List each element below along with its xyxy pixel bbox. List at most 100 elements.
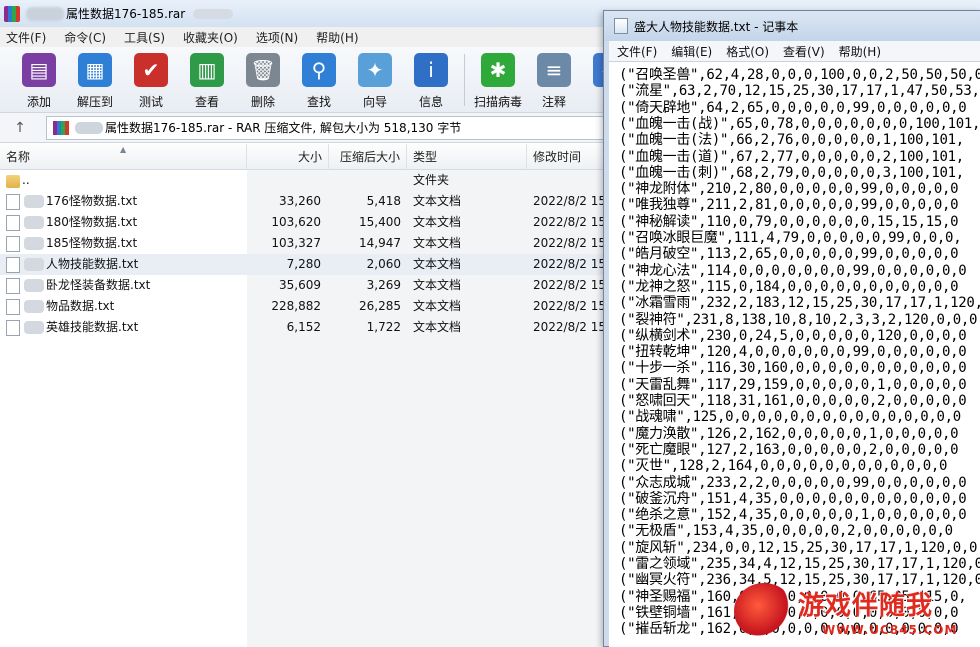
toolbar-button-trash[interactable]: 🗑 删除 <box>236 47 290 113</box>
address-field[interactable]: 属性数据176-185.rar - RAR 压缩文件, 解包大小为 518,13… <box>46 115 606 140</box>
file-mtime: 2022/8/2 15 <box>533 320 606 334</box>
watermark-logo: 游戏伴随我 WWW.UC845.COM <box>730 575 980 647</box>
notepad-title-bar[interactable]: 盛大人物技能数据.txt - 记事本 <box>604 11 980 41</box>
file-row[interactable]: 卧龙怪装备数据.txt 35,609 3,269 文本文档 2022/8/2 15 <box>0 275 620 296</box>
rar-menu-item[interactable]: 收藏夹(O) <box>183 29 238 46</box>
file-packed-size: 14,947 <box>359 236 401 250</box>
view-book-icon: ▥ <box>190 53 224 87</box>
col-header-size[interactable]: 大小 <box>247 144 329 170</box>
notepad-text-line: ("绝杀之意",152,4,35,0,0,0,0,0,1,0,0,0,0,0,0 <box>619 507 967 524</box>
notepad-text-line: ("血魄一击(法)",66,2,76,0,0,0,0,0,1,100,101, <box>619 132 964 149</box>
file-row[interactable]: 176怪物数据.txt 33,260 5,418 文本文档 2022/8/2 15 <box>0 191 620 212</box>
notepad-menu-item[interactable]: 编辑(E) <box>671 43 712 60</box>
file-type: 文件夹 <box>413 173 450 187</box>
toolbar-button-wizard-wand[interactable]: ✦ 向导 <box>348 47 402 113</box>
virus-scan-icon: ✱ <box>481 53 515 87</box>
toolbar-button-view-book[interactable]: ▥ 查看 <box>180 47 234 113</box>
file-packed-size: 3,269 <box>366 278 401 292</box>
blurred-name-prefix <box>24 237 44 250</box>
file-packed-size: 2,060 <box>366 257 401 271</box>
blurred-name-prefix <box>24 195 44 208</box>
file-mtime: 2022/8/2 15 <box>533 215 606 229</box>
blurred-address-prefix <box>75 121 103 134</box>
notepad-text-line: ("血魄一击(战)",65,0,78,0,0,0,0,0,0,0,100,101… <box>619 115 980 132</box>
notepad-title-text: 盛大人物技能数据.txt - 记事本 <box>634 19 799 34</box>
blurred-name-prefix <box>24 279 44 292</box>
notepad-text-line: ("神龙附体",210,2,80,0,0,0,0,0,99,0,0,0,0,0 <box>619 181 959 198</box>
watermark-text: 游戏伴随我 <box>798 591 934 621</box>
add-archive-icon: ▤ <box>22 53 56 87</box>
file-mtime: 2022/8/2 15 <box>533 236 606 250</box>
notepad-text-area[interactable]: ("召唤圣兽",62,4,28,0,0,0,100,0,0,2,50,50,50… <box>609 61 980 647</box>
file-type: 文本文档 <box>413 320 462 334</box>
toolbar-button-comment[interactable]: ≡ 注释 <box>527 47 581 113</box>
file-name: 人物技能数据.txt <box>46 257 139 271</box>
blurred-name-prefix <box>24 321 44 334</box>
rar-menu-item[interactable]: 选项(N) <box>256 29 298 46</box>
file-name: 物品数据.txt <box>46 299 115 313</box>
notepad-text-line: ("无极盾",153,4,35,0,0,0,0,0,2,0,0,0,0,0,0 <box>619 523 953 540</box>
text-file-icon <box>6 215 20 231</box>
toolbar-button-extract-to[interactable]: ▦ 解压到 <box>68 47 122 113</box>
notepad-menu-item[interactable]: 格式(O) <box>726 43 769 60</box>
file-type: 文本文档 <box>413 257 462 271</box>
rar-menu-item[interactable]: 命令(C) <box>64 29 106 46</box>
notepad-menu-item[interactable]: 文件(F) <box>617 43 657 60</box>
file-mtime: 2022/8/2 15 <box>533 194 606 208</box>
notepad-app-icon <box>614 18 628 34</box>
file-type: 文本文档 <box>413 278 462 292</box>
notepad-text-line: ("旋风斩",234,0,0,12,15,25,30,17,17,1,120,0… <box>619 539 978 556</box>
text-file-icon <box>6 257 20 273</box>
rar-menu-item[interactable]: 工具(S) <box>124 29 165 46</box>
comment-icon: ≡ <box>537 53 571 87</box>
test-clipboard-icon: ✔ <box>134 53 168 87</box>
file-row[interactable]: .. 文件夹 <box>0 170 620 191</box>
toolbar-button-label: 删除 <box>250 95 275 109</box>
blurred-name-prefix <box>24 216 44 229</box>
col-header-type[interactable]: 类型 <box>407 144 527 170</box>
toolbar-button-label: 向导 <box>362 95 387 109</box>
file-row[interactable]: 185怪物数据.txt 103,327 14,947 文本文档 2022/8/2 15 <box>0 233 620 254</box>
notepad-menu-item[interactable]: 查看(V) <box>783 43 825 60</box>
up-arrow-icon[interactable]: ↑ <box>0 120 40 136</box>
notepad-text-line: ("魔力涣散",126,2,162,0,0,0,0,0,1,0,0,0,0,0 <box>619 425 959 442</box>
sort-up-icon: ▲ <box>120 145 127 154</box>
file-name: 英雄技能数据.txt <box>46 320 139 334</box>
notepad-text-line: ("裂神符",231,8,138,10,8,10,2,3,3,2,120,0,0… <box>619 311 978 328</box>
blurred-title-prefix <box>26 6 64 21</box>
file-row[interactable]: 180怪物数据.txt 103,620 15,400 文本文档 2022/8/2 15 <box>0 212 620 233</box>
toolbar-button-label: 注释 <box>541 95 566 109</box>
notepad-text-line: ("皓月破空",113,2,65,0,0,0,0,0,99,0,0,0,0,0 <box>619 246 959 263</box>
toolbar-button-label: 信息 <box>418 95 443 109</box>
file-row[interactable]: 英雄技能数据.txt 6,152 1,722 文本文档 2022/8/2 15 <box>0 317 620 338</box>
toolbar-button-label: 解压到 <box>76 95 113 109</box>
file-mtime: 2022/8/2 15 <box>533 299 606 313</box>
toolbar-button-virus-scan[interactable]: ✱ 扫描病毒 <box>471 47 525 113</box>
notepad-menu-item[interactable]: 帮助(H) <box>839 43 881 60</box>
toolbar-button-label: 查看 <box>194 95 219 109</box>
file-size: 6,152 <box>286 320 321 334</box>
col-header-packed[interactable]: 压缩后大小 <box>329 144 407 170</box>
dragon-logo-icon <box>734 583 794 639</box>
file-row[interactable]: 物品数据.txt 228,882 26,285 文本文档 2022/8/2 15 <box>0 296 620 317</box>
notepad-text-line: ("众志成城",233,2,2,0,0,0,0,0,99,0,0,0,0,0,0 <box>619 474 967 491</box>
toolbar-button-label: 测试 <box>138 95 163 109</box>
rar-menu-item[interactable]: 文件(F) <box>6 29 46 46</box>
notepad-text-line: ("流星",63,2,70,12,15,25,30,17,17,1,47,50,… <box>619 83 980 100</box>
toolbar-button-add-archive[interactable]: ▤ 添加 <box>12 47 66 113</box>
notepad-text-line: ("纵横剑术",230,0,24,5,0,0,0,0,0,120,0,0,0,0 <box>619 327 967 344</box>
rar-menu-item[interactable]: 帮助(H) <box>316 29 358 46</box>
file-row[interactable]: 人物技能数据.txt 7,280 2,060 文本文档 2022/8/2 15 <box>0 254 620 275</box>
file-size <box>247 170 321 191</box>
file-size: 103,327 <box>271 236 321 250</box>
notepad-text-line: ("战魂啸",125,0,0,0,0,0,0,0,0,0,0,0,0,0,0,0 <box>619 409 961 426</box>
file-packed-size: 26,285 <box>359 299 401 313</box>
toolbar-button-magnifier[interactable]: ⚲ 查找 <box>292 47 346 113</box>
toolbar-button-test-clipboard[interactable]: ✔ 测试 <box>124 47 178 113</box>
notepad-window: 盛大人物技能数据.txt - 记事本 文件(F) 编辑(E) 格式(O) 查看(V) 帮… <box>603 10 980 647</box>
toolbar-button-label: 查找 <box>306 95 331 109</box>
file-name: 176怪物数据.txt <box>46 194 138 208</box>
info-icon: i <box>414 53 448 87</box>
toolbar-button-info[interactable]: i 信息 <box>404 47 458 113</box>
text-file-icon <box>6 194 20 210</box>
